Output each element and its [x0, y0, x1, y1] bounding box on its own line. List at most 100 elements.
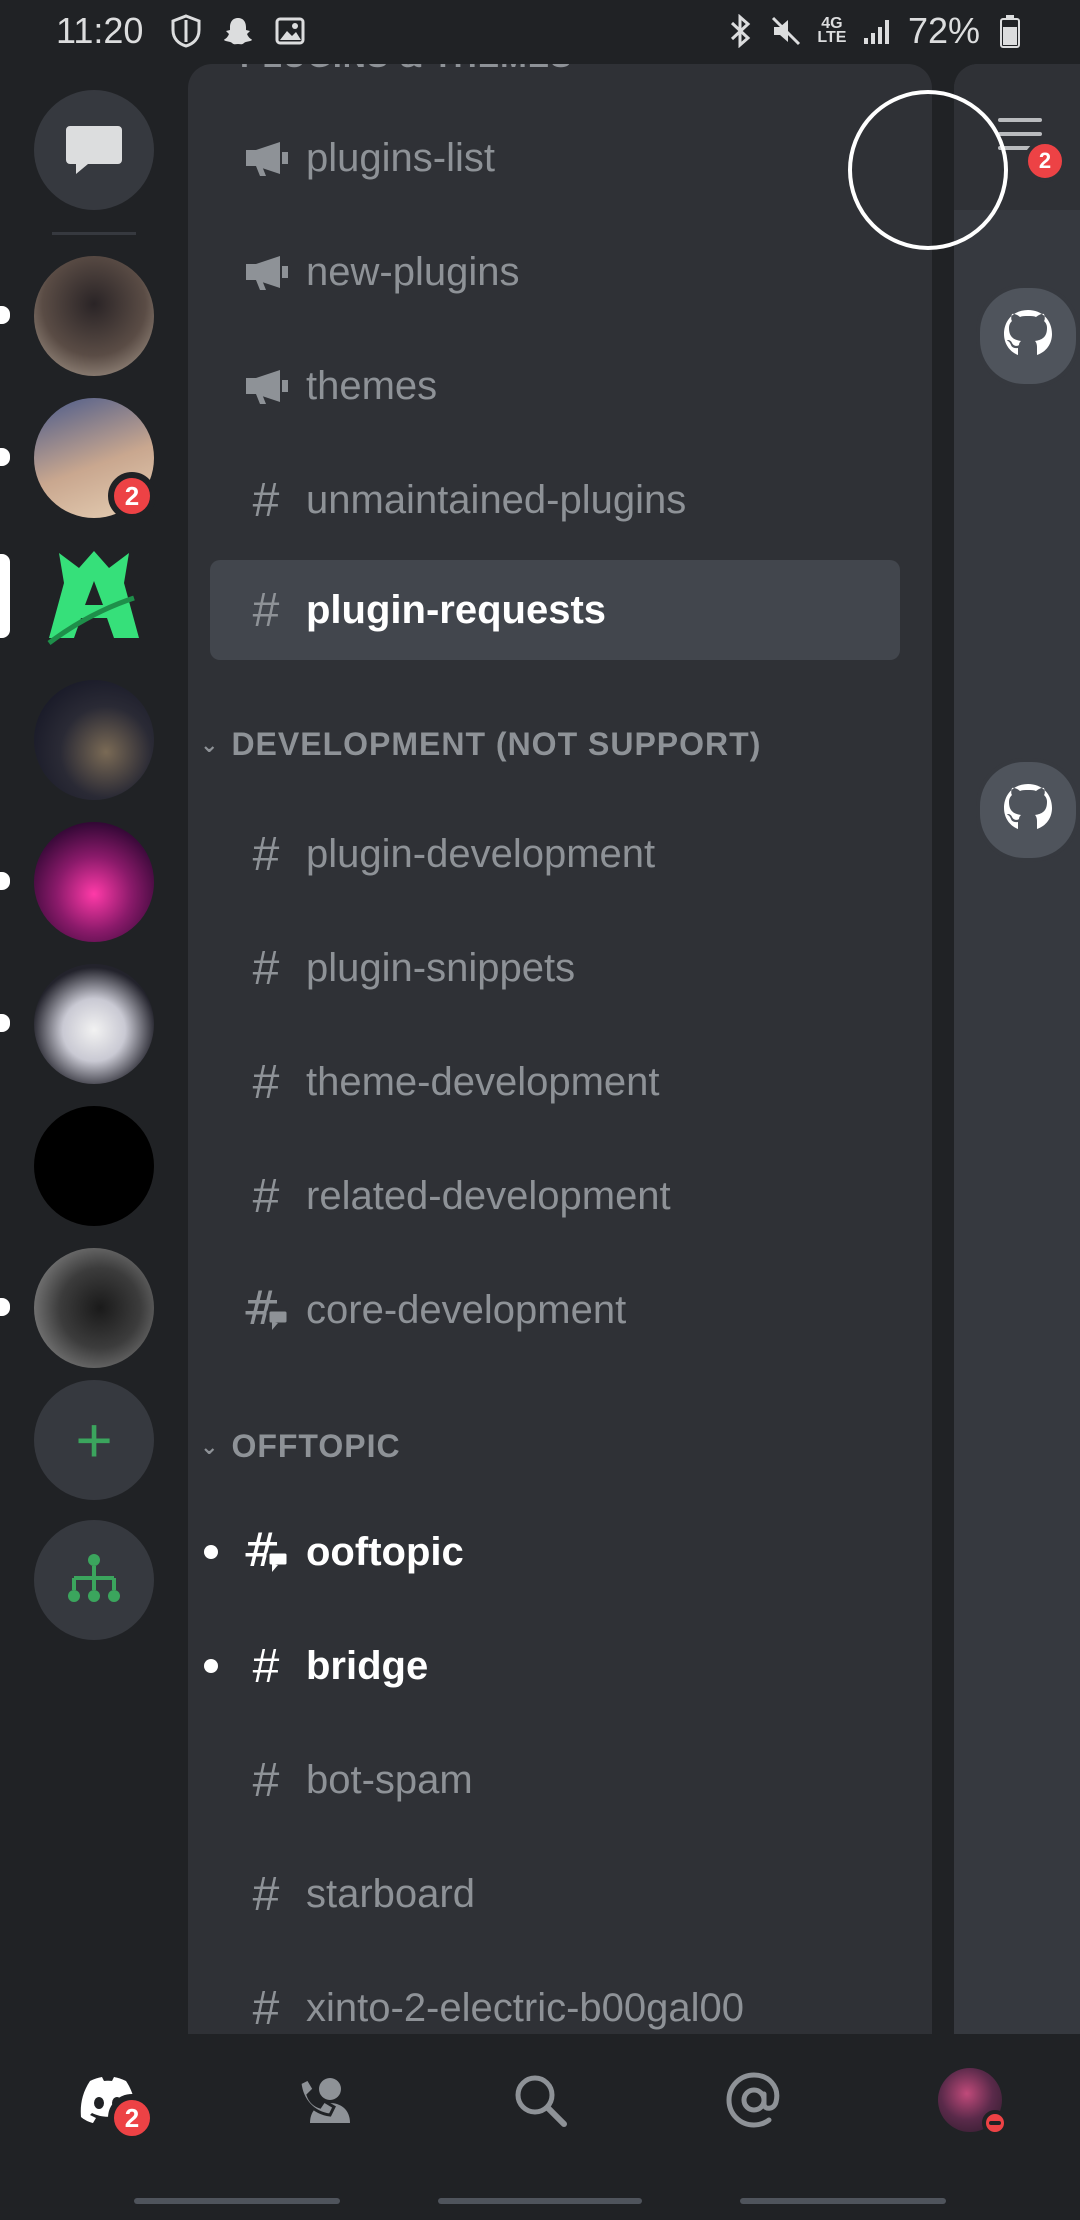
chat-peek-panel[interactable]: 2	[954, 64, 1080, 2034]
hash-icon: #	[252, 583, 280, 637]
channel-label: plugin-requests	[306, 587, 607, 632]
github-icon[interactable]	[976, 284, 1080, 388]
channel-bridge[interactable]: # bridge	[204, 1616, 900, 1716]
mute-icon	[770, 14, 802, 48]
profile-tab[interactable]	[930, 2060, 1010, 2140]
hash-icon: #	[252, 1639, 280, 1693]
server-unread-pill	[0, 1298, 10, 1316]
green-logo-icon	[47, 551, 139, 646]
hash-icon: #	[252, 827, 280, 881]
friends-tab[interactable]	[286, 2060, 366, 2140]
channel-label: bridge	[306, 1643, 429, 1688]
category-header-partial: PLUGINS & THEMES	[240, 64, 572, 75]
search-icon	[515, 2075, 567, 2127]
friends-icon	[298, 2077, 350, 2123]
server-icon[interactable]	[34, 1106, 154, 1226]
channel-plugins-list[interactable]: plugins-list	[210, 108, 900, 208]
server-icon[interactable]	[34, 822, 154, 942]
category-label: DEVELOPMENT (NOT SUPPORT)	[231, 726, 762, 762]
category-offtopic[interactable]: ⌄ OFFTOPIC	[200, 1428, 401, 1465]
battery-percent: 72%	[907, 10, 980, 51]
category-label: OFFTOPIC	[231, 1428, 401, 1464]
menu-badge: 2	[1024, 140, 1066, 182]
profile-avatar	[938, 2068, 1008, 2136]
hash-icon: #	[252, 1867, 280, 1921]
channel-unmaintained-plugins[interactable]: # unmaintained-plugins	[210, 450, 900, 550]
direct-messages-button[interactable]	[34, 90, 154, 210]
gesture-bar	[438, 2198, 642, 2204]
server-rail: 2 +	[0, 64, 188, 2034]
channel-xinto-2-electric-b00gal00[interactable]: # xinto-2-electric-b00gal00	[210, 1958, 900, 2035]
add-server-button[interactable]: +	[34, 1380, 154, 1500]
server-selected-pill	[0, 554, 10, 638]
channel-label: starboard	[306, 1871, 475, 1916]
chevron-down-icon: ⌄	[200, 1433, 220, 1459]
channel-core-development[interactable]: # core-development	[210, 1260, 900, 1360]
channel-plugin-requests[interactable]: # plugin-requests	[210, 560, 900, 660]
gesture-bar	[740, 2198, 946, 2204]
announcement-icon	[238, 358, 294, 414]
hash-icon: #	[252, 1981, 280, 2035]
channel-label: plugin-snippets	[306, 945, 576, 990]
bottom-navigation: 2	[0, 2034, 1080, 2174]
status-right: 4G LTE 72%	[724, 10, 1026, 52]
explore-servers-button[interactable]	[34, 1520, 154, 1640]
server-icon-selected[interactable]	[34, 538, 154, 658]
battery-icon	[994, 14, 1026, 48]
home-tab[interactable]: 2	[68, 2060, 156, 2142]
channel-list: PLUGINS & THEMES plugins-list new-plugin…	[188, 64, 932, 2034]
hash-icon: #	[252, 1169, 280, 1223]
channel-related-development[interactable]: # related-development	[210, 1146, 900, 1246]
shield-icon	[170, 14, 202, 48]
channel-label: plugin-development	[306, 831, 656, 876]
category-development[interactable]: ⌄ DEVELOPMENT (NOT SUPPORT)	[200, 726, 761, 763]
mentions-icon	[726, 2072, 780, 2128]
announcement-icon	[238, 244, 294, 300]
channel-ooftopic[interactable]: # ooftopic	[204, 1502, 900, 1602]
channel-themes[interactable]: themes	[210, 336, 900, 436]
server-icon[interactable]	[34, 256, 154, 376]
hash-icon: #	[252, 1753, 280, 1807]
add-server-icon: +	[75, 1404, 113, 1476]
bluetooth-icon	[724, 14, 756, 48]
github-icon[interactable]	[976, 758, 1080, 862]
channel-new-plugins[interactable]: new-plugins	[210, 222, 900, 322]
server-icon[interactable]	[34, 964, 154, 1084]
channel-bot-spam[interactable]: # bot-spam	[210, 1730, 900, 1830]
server-unread-pill	[0, 306, 10, 324]
server-unread-pill	[0, 872, 10, 890]
lte-icon: 4G LTE	[817, 15, 847, 46]
mentions-tab[interactable]	[714, 2060, 794, 2140]
touch-indicator	[848, 90, 1008, 250]
server-mention-badge: 2	[108, 472, 156, 520]
gallery-icon	[274, 14, 306, 48]
channel-label: related-development	[306, 1173, 671, 1218]
explore-icon	[68, 1554, 120, 1602]
hash-icon: #	[252, 473, 280, 527]
channel-label: bot-spam	[306, 1757, 473, 1802]
thread-channel-icon: #	[238, 1524, 294, 1580]
hash-icon: #	[252, 1055, 280, 1109]
dm-icon	[66, 126, 122, 174]
status-left-icons	[170, 14, 306, 48]
channel-label: theme-development	[306, 1059, 660, 1104]
status-dnd-icon	[982, 2110, 1008, 2136]
channel-plugin-snippets[interactable]: # plugin-snippets	[210, 918, 900, 1018]
channel-plugin-development[interactable]: # plugin-development	[210, 804, 900, 904]
server-icon[interactable]	[34, 1248, 154, 1368]
search-tab[interactable]	[500, 2060, 580, 2140]
hash-icon: #	[252, 941, 280, 995]
rail-separator	[52, 232, 136, 235]
unread-indicator	[204, 1659, 218, 1673]
announcement-icon	[238, 130, 294, 186]
channel-label: themes	[306, 363, 438, 408]
home-badge: 2	[108, 2094, 156, 2142]
channel-label: new-plugins	[306, 249, 520, 294]
channel-label: plugins-list	[306, 135, 495, 180]
server-icon[interactable]	[34, 680, 154, 800]
channel-theme-development[interactable]: # theme-development	[210, 1032, 900, 1132]
signal-icon	[862, 14, 894, 48]
channel-label: unmaintained-plugins	[306, 477, 687, 522]
server-unread-pill	[0, 448, 10, 466]
channel-starboard[interactable]: # starboard	[210, 1844, 900, 1944]
